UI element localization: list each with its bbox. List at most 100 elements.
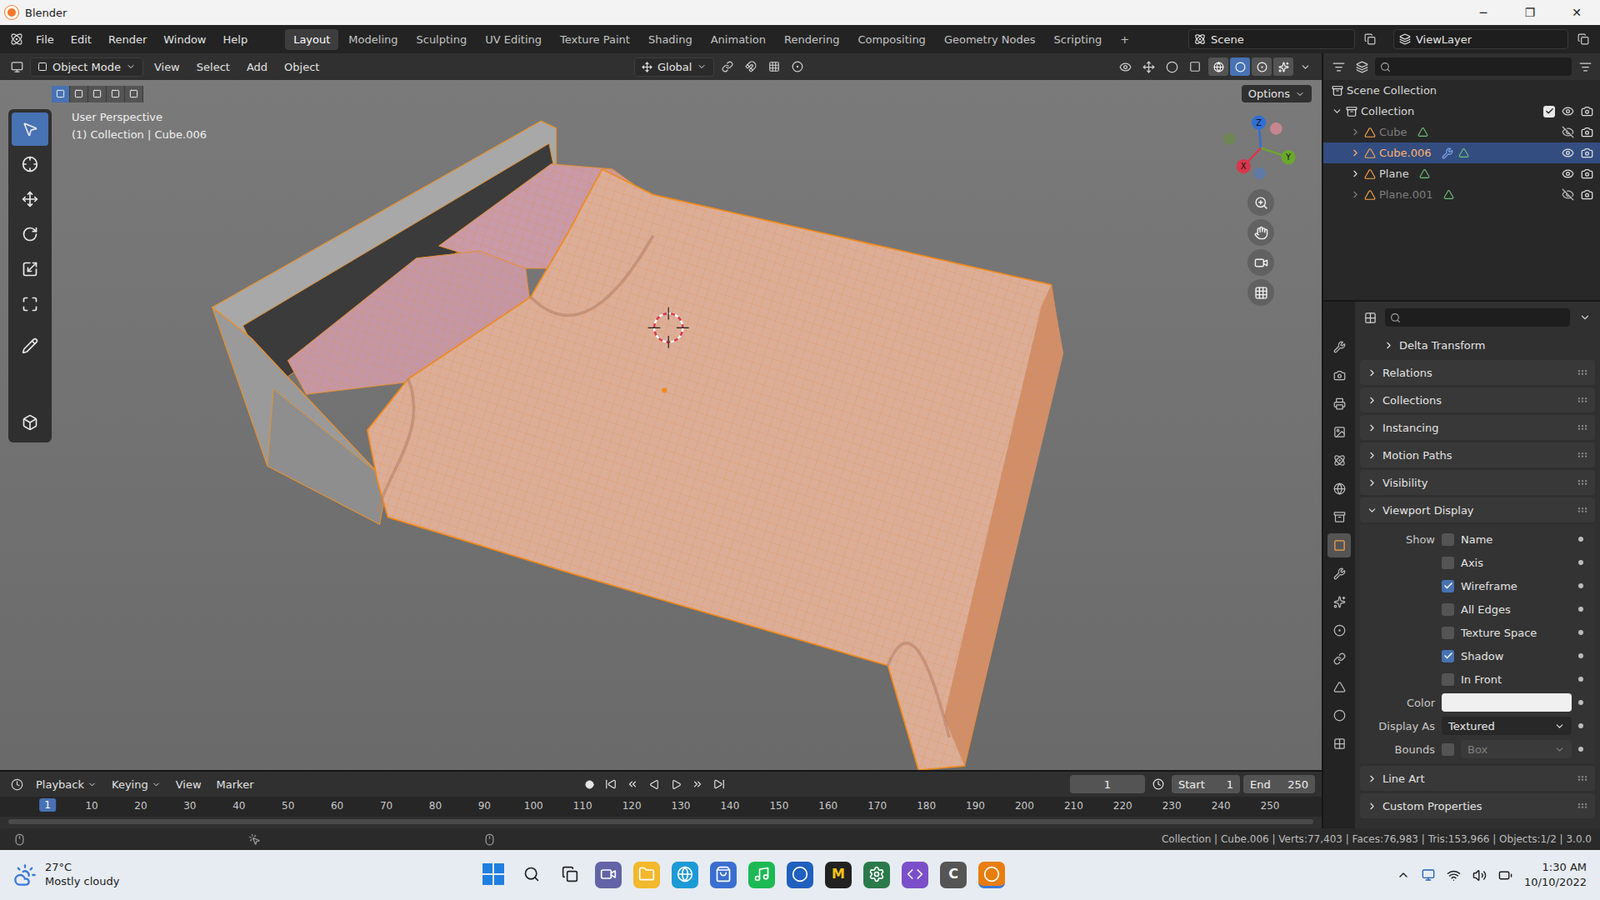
battery-icon[interactable] [1498,868,1513,883]
menu-item[interactable]: Select [189,57,238,77]
m-app-app-icon[interactable]: M [825,861,852,889]
material-tab[interactable] [1327,703,1351,728]
select-mode-button[interactable] [125,85,144,103]
panel-header[interactable]: Visibility [1360,470,1595,495]
blender-menu-icon[interactable] [6,29,27,50]
editor-type-icon[interactable] [6,56,27,77]
options-button[interactable]: Options [1241,85,1312,103]
outliner-row[interactable]: Plane [1323,163,1600,185]
snap-target-icon[interactable] [764,56,785,77]
menu-item[interactable]: Object [276,57,327,77]
outliner-row[interactable]: Collection [1323,100,1600,122]
properties-search[interactable] [1385,308,1570,327]
modifiers-tab[interactable] [1327,561,1351,586]
camera-icon[interactable] [1580,146,1594,160]
menu-item[interactable]: Keying [105,776,167,793]
gizmo-icon[interactable] [1138,56,1159,77]
mesh-data-icon[interactable] [1443,189,1455,200]
workspace-tab[interactable]: Sculpting [407,29,475,50]
snap-icon[interactable] [740,56,761,77]
checkbox-option[interactable]: Name [1441,533,1572,546]
outliner-row[interactable]: Cube [1323,121,1600,143]
jump-end-button[interactable] [709,775,730,794]
color-swatch[interactable] [1441,693,1572,712]
keyframe-dot[interactable] [1578,746,1584,752]
menu-item[interactable]: File [28,30,62,50]
checkbox-option[interactable]: All Edges [1441,603,1572,616]
editor-type-icon[interactable] [1328,56,1349,77]
eye-closed-icon[interactable] [1561,188,1575,201]
chevron-up-icon[interactable] [1396,868,1410,882]
panel-header[interactable]: Motion Paths [1360,442,1595,468]
workspace-tab[interactable]: UV Editing [476,29,550,50]
editor-type-icon[interactable] [1360,307,1380,328]
panel-header[interactable]: Viewport Display [1360,497,1595,523]
grip-icon[interactable] [1576,394,1589,406]
panel-header[interactable]: Line Art [1360,765,1595,791]
c-app-app-icon[interactable]: C [940,861,967,889]
select-tool[interactable] [11,112,49,146]
menu-item[interactable]: View [170,776,208,793]
collection-tab[interactable] [1327,505,1351,530]
checkbox-option[interactable]: Axis [1441,556,1572,570]
select-mode-button[interactable] [88,85,107,103]
checkbox[interactable] [1441,743,1455,756]
record-button[interactable] [579,775,600,794]
expand-icon[interactable] [1350,126,1361,138]
checkbox-option[interactable]: Shadow [1441,650,1572,663]
outliner-row[interactable]: Plane.001 [1323,184,1600,205]
eye-closed-icon[interactable] [1561,125,1575,139]
grip-icon[interactable] [1576,366,1589,379]
checkbox[interactable] [1441,533,1455,546]
panel-header[interactable]: Relations [1360,360,1595,385]
overlay-icon[interactable] [1161,56,1182,77]
outliner-row[interactable]: Cube.006 [1323,142,1600,164]
menu-item[interactable]: Help [215,30,256,50]
navigation-gizmo[interactable]: ZYX [1215,109,1307,186]
play-reverse-button[interactable] [644,775,665,794]
edge-app-icon[interactable] [671,861,699,889]
menu-item[interactable]: Add [239,57,275,77]
wifi-icon[interactable] [1446,868,1461,883]
shading-options-icon[interactable] [1295,56,1315,77]
mesh-data-icon[interactable] [1419,168,1430,180]
display-mode-icon[interactable] [1351,56,1372,77]
workspace-tab[interactable]: Compositing [849,29,935,50]
keyframe-dot[interactable] [1578,630,1584,635]
camera-icon[interactable] [1580,125,1594,139]
select-mode-button[interactable] [70,85,89,103]
world-tab[interactable] [1327,476,1351,501]
constraints-tab[interactable] [1327,646,1351,671]
workspace-tab[interactable]: Shading [640,29,701,50]
viewport-canvas[interactable]: OptionsUser Perspective(1) Collection | … [0,80,1322,770]
keyframe-dot[interactable] [1578,676,1584,682]
tool-tab[interactable] [1327,335,1351,360]
filter-icon[interactable] [1575,56,1595,77]
modifier-icon[interactable] [1441,147,1454,160]
play-button[interactable] [665,775,686,794]
grip-icon[interactable] [1576,476,1589,489]
workspace-tab[interactable]: Animation [702,29,775,50]
grip-icon[interactable] [1576,772,1589,785]
outliner-row[interactable]: Scene Collection [1323,80,1600,101]
copy-icon[interactable] [1360,29,1380,50]
menu-item[interactable]: Render [100,30,155,50]
pivot-icon[interactable] [717,56,738,77]
gear-app-app-icon[interactable] [863,861,890,889]
window-control[interactable]: ✕ [1553,0,1600,25]
keyframe-dot[interactable] [1578,723,1584,729]
ortho-toggle-button[interactable] [1247,279,1275,306]
keyframe-dot[interactable] [1578,606,1584,612]
next-key-button[interactable] [687,775,708,794]
expand-icon[interactable] [1350,147,1361,159]
view-layer-field[interactable]: ViewLayer [1393,29,1569,50]
mesh-data-icon[interactable] [1417,126,1429,138]
expand-icon[interactable] [1331,105,1343,117]
keyframe-dot[interactable] [1578,560,1584,565]
grip-icon[interactable] [1576,800,1589,812]
display-as-select[interactable]: Textured [1441,716,1572,735]
add-workspace-button[interactable]: + [1111,29,1138,50]
workspace-tab[interactable]: Geometry Nodes [935,29,1045,50]
current-frame-field[interactable]: 1 [1070,775,1145,794]
checkbox[interactable] [1441,580,1455,593]
